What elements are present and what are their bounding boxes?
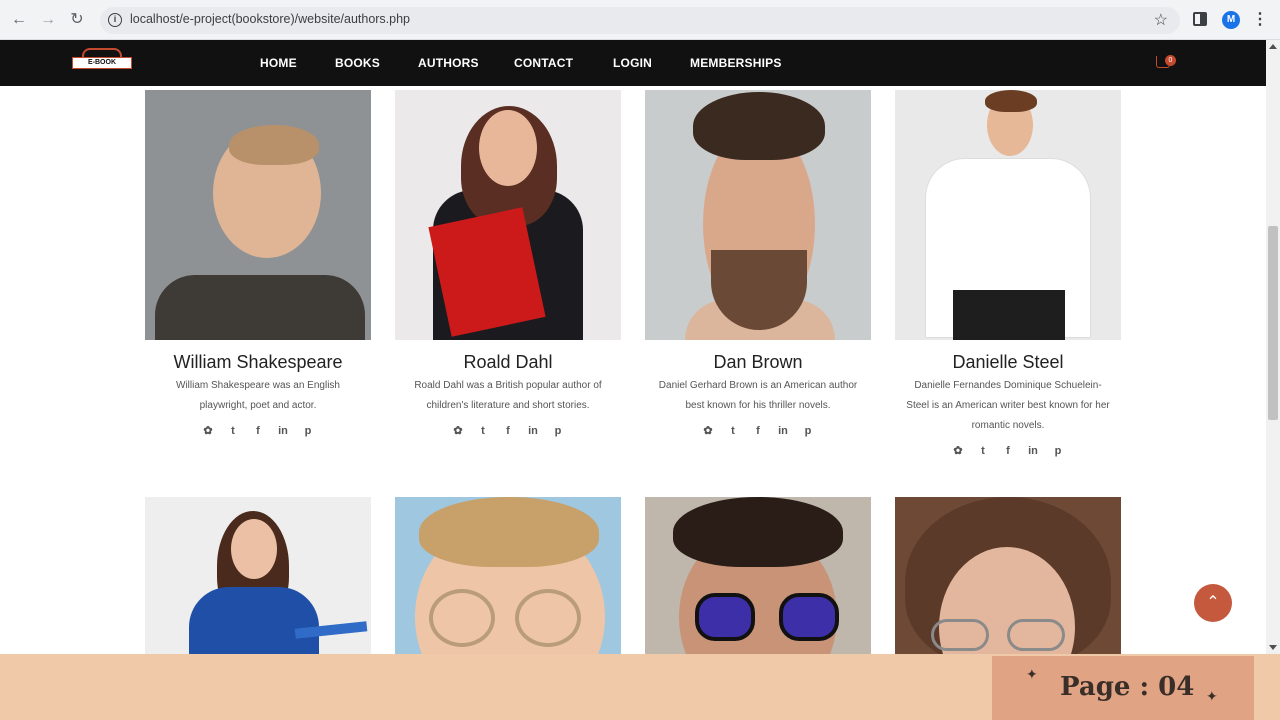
author-photo	[145, 90, 371, 340]
site-info-icon[interactable]: i	[108, 13, 122, 27]
nav-books[interactable]: BOOKS	[335, 56, 380, 70]
author-bio: Daniel Gerhard Brown is an American auth…	[658, 380, 858, 411]
address-bar[interactable]: i localhost/e-project(bookstore)/website…	[100, 7, 1180, 34]
pinterest-icon[interactable]: p	[301, 424, 316, 439]
author-photo	[895, 90, 1121, 340]
side-panel-icon[interactable]	[1193, 12, 1207, 26]
author-photo	[645, 90, 871, 340]
author-name: Danielle Steel	[952, 352, 1064, 372]
twitter-icon[interactable]: ✿	[451, 424, 466, 439]
nav-authors[interactable]: AUTHORS	[418, 56, 479, 70]
author-bio: William Shakespeare was an English playw…	[176, 380, 340, 411]
scroll-up-arrow-icon[interactable]	[1269, 44, 1277, 49]
scroll-down-arrow-icon[interactable]	[1269, 645, 1277, 650]
facebook-icon[interactable]: f	[751, 424, 766, 439]
nav-home[interactable]: HOME	[260, 56, 297, 70]
social-links: ✿ t f in p	[645, 424, 871, 439]
nav-login[interactable]: LOGIN	[613, 56, 652, 70]
pinterest-icon[interactable]: p	[551, 424, 566, 439]
pinterest-icon[interactable]: p	[1051, 444, 1066, 459]
twitter-icon[interactable]: ✿	[201, 424, 216, 439]
pinterest-icon[interactable]: p	[801, 424, 816, 439]
author-photo	[895, 497, 1121, 654]
author-name: Roald Dahl	[463, 352, 553, 372]
browser-toolbar: ← → ↻ i localhost/e-project(bookstore)/w…	[0, 0, 1280, 40]
back-to-top-button[interactable]: ⌃	[1194, 584, 1232, 622]
sparkle-icon: ✦	[1206, 688, 1218, 704]
chevron-up-icon: ⌃	[1206, 594, 1220, 611]
url-text[interactable]: localhost/e-project(bookstore)/website/a…	[130, 12, 410, 26]
author-bio: Roald Dahl was a British popular author …	[414, 380, 602, 411]
social-links: ✿ t f in p	[395, 424, 621, 439]
author-photo	[395, 90, 621, 340]
page-number-label: Page : 04	[1060, 672, 1195, 702]
social-links: ✿ t f in p	[145, 424, 371, 439]
logo-text: E-BOOK	[72, 57, 132, 69]
author-photo	[395, 497, 621, 654]
sparkle-icon: ✦	[1026, 666, 1038, 682]
author-bio: Danielle Fernandes Dominique Schuelein-S…	[906, 380, 1110, 431]
linkedin-icon[interactable]: in	[276, 424, 291, 439]
scrollbar-thumb[interactable]	[1268, 226, 1278, 420]
social-links: ✿ t f in p	[895, 444, 1121, 459]
author-name: William Shakespeare	[173, 352, 343, 372]
author-name: Dan Brown	[713, 352, 803, 372]
author-photo	[145, 497, 371, 654]
bookmark-star-icon[interactable]: ☆	[1154, 10, 1168, 30]
linkedin-icon[interactable]: in	[526, 424, 541, 439]
tumblr-icon[interactable]: t	[726, 424, 741, 439]
nav-contact[interactable]: CONTACT	[514, 56, 573, 70]
site-logo[interactable]: E-BOOK	[72, 48, 132, 76]
twitter-icon[interactable]: ✿	[701, 424, 716, 439]
tumblr-icon[interactable]: t	[976, 444, 991, 459]
author-photo	[645, 497, 871, 654]
nav-memberships[interactable]: MEMBERSHIPS	[690, 56, 782, 70]
tumblr-icon[interactable]: t	[476, 424, 491, 439]
cart-count-badge: 0	[1165, 55, 1176, 66]
facebook-icon[interactable]: f	[1001, 444, 1016, 459]
back-arrow-icon[interactable]: ←	[8, 9, 30, 31]
reload-icon[interactable]: ↻	[66, 9, 88, 31]
browser-menu-icon[interactable]: ⋮	[1252, 9, 1268, 31]
linkedin-icon[interactable]: in	[1026, 444, 1041, 459]
forward-arrow-icon[interactable]: →	[37, 9, 59, 31]
tumblr-icon[interactable]: t	[226, 424, 241, 439]
facebook-icon[interactable]: f	[501, 424, 516, 439]
twitter-icon[interactable]: ✿	[951, 444, 966, 459]
linkedin-icon[interactable]: in	[776, 424, 791, 439]
facebook-icon[interactable]: f	[251, 424, 266, 439]
profile-avatar[interactable]: M	[1222, 11, 1240, 29]
